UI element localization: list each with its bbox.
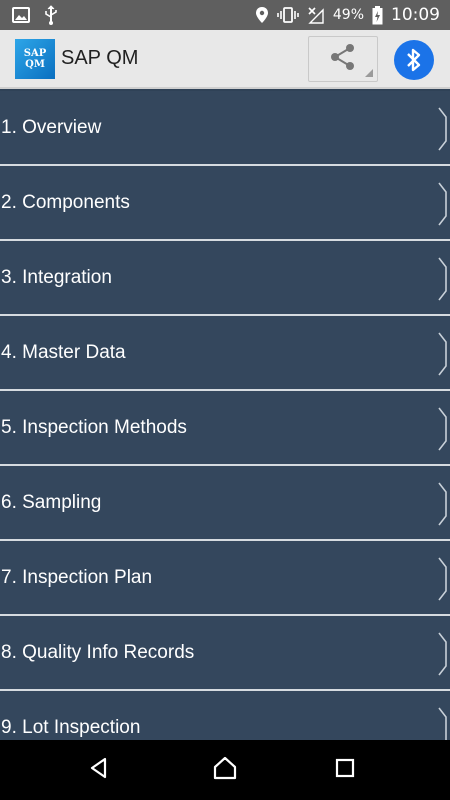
list-item-label: 5. Inspection Methods <box>1 416 187 438</box>
screen: 49% 10:09 SAP QM SAP QM 1. Overview 2. C… <box>0 0 450 800</box>
bluetooth-icon <box>394 40 434 80</box>
recents-button[interactable] <box>320 745 370 795</box>
list-item-label: 1. Overview <box>1 116 102 138</box>
chevron-right-icon <box>438 182 447 226</box>
list-item[interactable]: 5. Inspection Methods <box>0 391 450 464</box>
list-item[interactable]: 9. Lot Inspection <box>0 691 450 740</box>
overflow-corner-icon <box>365 69 373 77</box>
location-icon <box>255 6 269 24</box>
list-item-label: 2. Components <box>1 191 130 213</box>
list-item[interactable]: 3. Integration <box>0 241 450 314</box>
chevron-right-icon <box>438 107 447 151</box>
recents-icon <box>334 757 356 783</box>
list-item[interactable]: 2. Components <box>0 166 450 239</box>
list-item-label: 9. Lot Inspection <box>1 716 141 738</box>
bluetooth-button[interactable] <box>392 40 436 80</box>
list-item-label: 6. Sampling <box>1 491 102 513</box>
status-bar: 49% 10:09 <box>0 0 450 30</box>
list-item[interactable]: 8. Quality Info Records <box>0 616 450 689</box>
nav-bar <box>0 740 450 800</box>
home-icon <box>212 756 238 784</box>
list-item-label: 7. Inspection Plan <box>1 566 153 588</box>
battery-percent: 49% <box>332 7 364 23</box>
chevron-right-icon <box>438 332 447 376</box>
share-button[interactable] <box>308 36 378 82</box>
back-icon <box>87 756 111 784</box>
share-icon <box>328 42 358 76</box>
chevron-right-icon <box>438 407 447 451</box>
chevron-right-icon <box>438 707 447 740</box>
chevron-right-icon <box>438 632 447 676</box>
image-icon <box>12 7 30 23</box>
list-item-label: 4. Master Data <box>1 341 126 363</box>
vibrate-icon <box>277 7 299 23</box>
home-button[interactable] <box>200 745 250 795</box>
list-item[interactable]: 7. Inspection Plan <box>0 541 450 614</box>
chevron-right-icon <box>438 557 447 601</box>
battery-charging-icon <box>372 5 383 25</box>
list-item[interactable]: 6. Sampling <box>0 466 450 539</box>
chevron-right-icon <box>438 257 447 301</box>
list-item-label: 8. Quality Info Records <box>1 641 195 663</box>
chevron-right-icon <box>438 482 447 526</box>
usb-icon <box>44 5 58 25</box>
app-bar: SAP QM SAP QM <box>0 30 450 89</box>
app-title: SAP QM <box>61 47 139 69</box>
topic-list: 1. Overview 2. Components 3. Integration 4.… <box>0 91 450 740</box>
signal-off-icon <box>307 6 325 24</box>
back-button[interactable] <box>74 745 124 795</box>
clock: 10:09 <box>391 5 440 25</box>
logo-text-line2: QM <box>25 58 45 70</box>
logo-text-line1: SAP <box>23 47 47 59</box>
app-logo: SAP QM <box>15 38 55 79</box>
list-item[interactable]: 4. Master Data <box>0 316 450 389</box>
list-item[interactable]: 1. Overview <box>0 91 450 164</box>
list-item-label: 3. Integration <box>1 266 112 288</box>
